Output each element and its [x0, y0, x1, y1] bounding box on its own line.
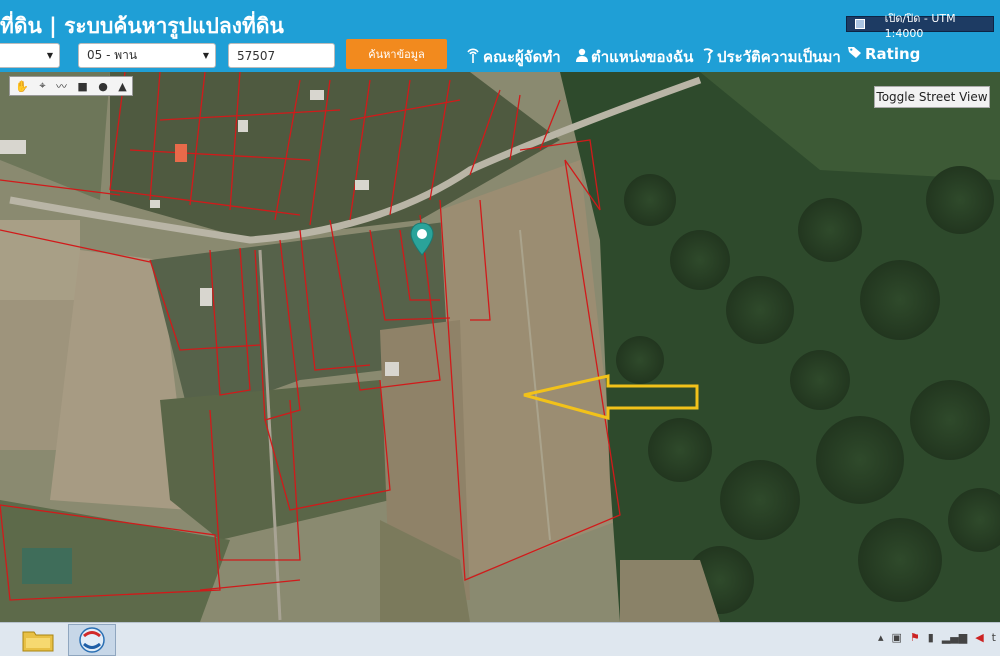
history-icon	[702, 47, 714, 67]
dropdown-caret-icon: ▼	[46, 51, 53, 60]
flag-icon[interactable]: ⚑	[910, 631, 920, 644]
nav-team-label: คณะผู้จัดทำ	[483, 48, 561, 66]
nav-team[interactable]: คณะผู้จัดทำ	[466, 45, 561, 69]
nav-rating[interactable]: Rating	[848, 45, 920, 63]
tag-icon	[848, 46, 862, 63]
folder-icon[interactable]	[22, 628, 54, 652]
rectangle-icon[interactable]: ■	[77, 80, 87, 93]
app-window: ที่ดิน | ระบบค้นหารูปแปลงที่ดิน เปิด/ปิด…	[0, 0, 1000, 656]
satellite-map[interactable]: Toggle Street View	[0, 72, 1000, 622]
parcel-number-input[interactable]: 57507	[228, 43, 335, 68]
ime-icon[interactable]: t	[992, 631, 996, 644]
province-select[interactable]: ▼	[0, 43, 60, 68]
dropdown-caret-icon: ▼	[202, 51, 209, 60]
location-marker-icon[interactable]	[410, 222, 434, 256]
drawing-toolbar: ✋ ⌖ 〰 ■ ● ▲	[9, 76, 133, 96]
wifi-antenna-icon	[466, 48, 480, 67]
field-plot	[0, 220, 80, 310]
utm-toggle[interactable]: เปิด/ปิด - UTM 1:4000	[846, 12, 994, 40]
system-tray: ▴ ▣ ⚑ ▮ ▂▄▆ ◀ t	[878, 631, 996, 644]
nav-history[interactable]: ประวัติความเป็นมา	[702, 45, 841, 69]
parcel-number-value: 57507	[237, 48, 276, 63]
chevron-up-icon[interactable]: ▴	[878, 631, 884, 644]
nav-rating-label: Rating	[865, 45, 921, 63]
signal-icon[interactable]: ▂▄▆	[942, 631, 967, 644]
district-select[interactable]: 05 - พาน ▼	[78, 43, 216, 68]
map-canvas[interactable]	[0, 72, 1000, 622]
pond	[22, 548, 72, 584]
taskbar: ▴ ▣ ⚑ ▮ ▂▄▆ ◀ t	[0, 622, 1000, 656]
marker-icon[interactable]: ⌖	[39, 79, 45, 93]
browser-taskbar-button[interactable]	[68, 624, 116, 656]
battery-icon[interactable]: ▮	[928, 631, 934, 644]
circle-icon[interactable]: ●	[98, 80, 108, 93]
volume-icon[interactable]: ◀	[975, 631, 983, 644]
toggle-checkbox[interactable]	[855, 19, 865, 29]
chat-icon[interactable]: ▣	[891, 631, 901, 644]
polygon-icon[interactable]: ▲	[118, 80, 126, 93]
toggle-street-view-button[interactable]: Toggle Street View	[874, 86, 990, 108]
rooftop-red	[175, 144, 187, 162]
hand-icon[interactable]: ✋	[15, 80, 29, 93]
polyline-icon[interactable]: 〰	[56, 78, 67, 94]
nav-my-location-label: ตำแหน่งของฉัน	[591, 48, 694, 66]
nav-my-location[interactable]: ตำแหน่งของฉัน	[576, 45, 693, 69]
search-button[interactable]: ค้นหาข้อมูล	[346, 39, 447, 69]
page-title: ที่ดิน | ระบบค้นหารูปแปลงที่ดิน	[0, 14, 284, 38]
nav-history-label: ประวัติความเป็นมา	[717, 48, 841, 66]
browser-icon	[79, 627, 105, 653]
header-bar: ที่ดิน | ระบบค้นหารูปแปลงที่ดิน เปิด/ปิด…	[0, 0, 1000, 72]
district-select-value: 05 - พาน	[87, 48, 138, 62]
person-icon	[576, 48, 588, 66]
toggle-label: เปิด/ปิด - UTM 1:4000	[884, 11, 956, 40]
